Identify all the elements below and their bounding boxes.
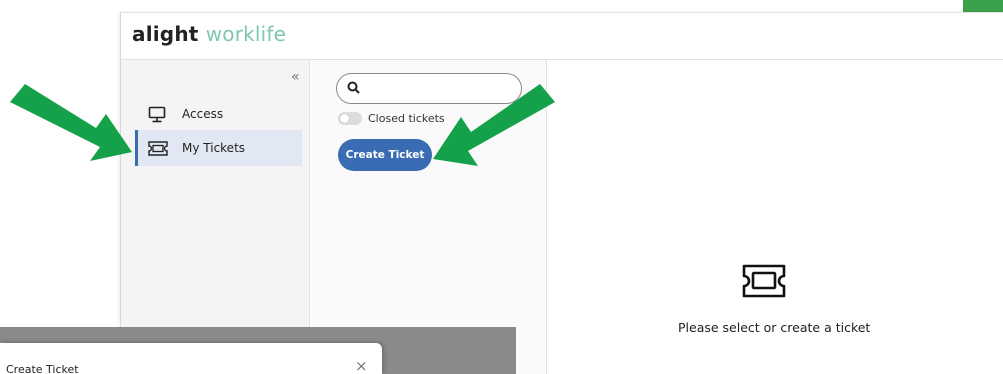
ticket-icon: [741, 263, 787, 303]
ticket-icon: [148, 140, 174, 156]
app-header: alight worklife: [121, 13, 1003, 60]
app-window: alight worklife « Access My Tickets Clos…: [120, 12, 1003, 374]
annotation-arrow-icon: [433, 84, 555, 166]
sidebar-item-my-tickets[interactable]: My Tickets: [135, 130, 302, 166]
sidebar-item-access[interactable]: Access: [136, 96, 303, 132]
create-ticket-button[interactable]: Create Ticket: [338, 139, 432, 171]
monitor-icon: [148, 106, 174, 123]
logo-word-alight: alight: [132, 22, 199, 46]
logo: alight worklife: [132, 22, 286, 46]
close-icon[interactable]: ×: [355, 359, 368, 374]
empty-state-message: Please select or create a ticket: [678, 320, 871, 335]
search-icon: [347, 79, 360, 98]
annotation-arrow-icon: [10, 84, 132, 161]
collapse-sidebar-icon[interactable]: «: [291, 69, 300, 85]
create-ticket-modal: Create Ticket ×: [0, 343, 382, 374]
sidebar-item-label: Access: [182, 107, 224, 121]
logo-word-worklife: worklife: [205, 22, 287, 46]
closed-tickets-toggle[interactable]: [338, 112, 362, 125]
sidebar-item-label: My Tickets: [182, 141, 246, 155]
closed-tickets-toggle-row: Closed tickets: [338, 112, 445, 125]
modal-title: Create Ticket: [6, 363, 79, 374]
